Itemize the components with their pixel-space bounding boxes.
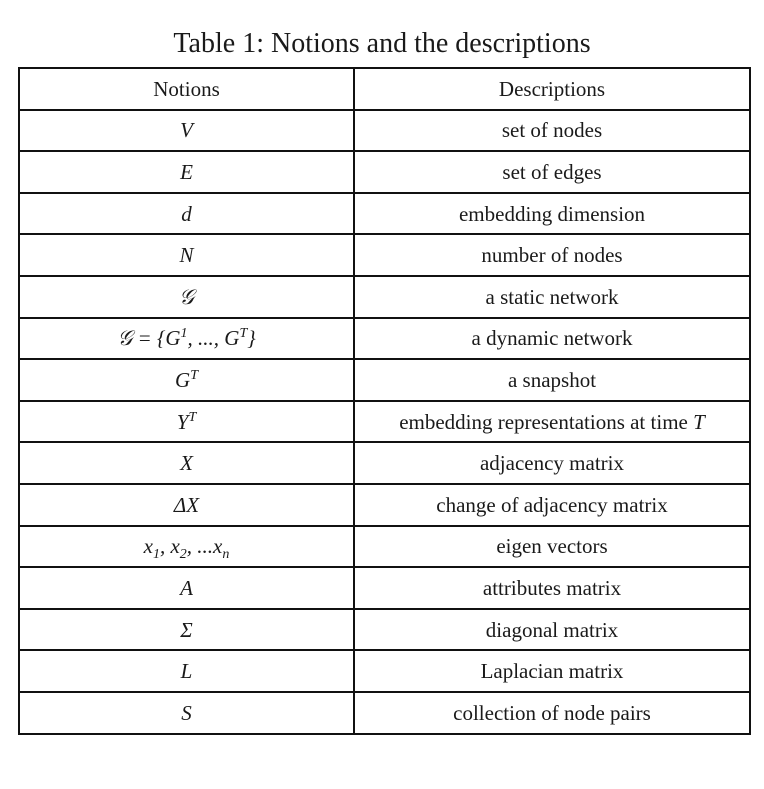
table-row: S collection of node pairs	[18, 690, 751, 735]
notion-cell: x1, x2, ...xn	[18, 524, 355, 569]
table-caption: Table 1: Notions and the descriptions	[173, 28, 591, 59]
table-row: A attributes matrix	[18, 566, 751, 610]
notion-cell: 𝒢 = {G1, ..., GT}	[18, 316, 355, 361]
notion-symbol: Σ	[180, 617, 193, 642]
table-row: GT a snapshot	[18, 358, 751, 402]
notion-cell: GT	[18, 358, 355, 402]
description-cell: a static network	[353, 274, 751, 319]
description-cell: embedding dimension	[353, 191, 751, 236]
description-cell: set of nodes	[353, 108, 751, 153]
notion-cell: A	[18, 566, 355, 610]
notion-cell: S	[18, 690, 355, 735]
description-cell: adjacency matrix	[353, 441, 751, 485]
table-row: E set of edges	[18, 150, 751, 194]
notion-cell: L	[18, 649, 355, 693]
table-row: N number of nodes	[18, 233, 751, 277]
table-row: 𝒢 = {G1, ..., GT} a dynamic network	[18, 316, 751, 361]
notion-cell: N	[18, 233, 355, 277]
notion-cell: Σ	[18, 607, 355, 652]
table-row: Σ diagonal matrix	[18, 607, 751, 652]
notion-symbol: L	[180, 659, 193, 684]
notion-symbol: YT	[176, 409, 197, 434]
table-row: X adjacency matrix	[18, 441, 751, 485]
description-cell: attributes matrix	[353, 566, 751, 610]
notion-cell: E	[18, 150, 355, 194]
description-cell: a snapshot	[353, 358, 751, 402]
notion-symbol: GT	[175, 367, 198, 392]
table-row: ΔX change of adjacency matrix	[18, 482, 751, 527]
description-cell: change of adjacency matrix	[353, 482, 751, 527]
notion-cell: 𝒢	[18, 274, 355, 319]
description-cell: embedding representations at time T	[353, 399, 751, 444]
notion-symbol: x1, x2, ...xn	[143, 534, 230, 563]
description-cell: collection of node pairs	[353, 690, 751, 735]
notion-symbol: ΔX	[173, 492, 200, 517]
description-cell: Laplacian matrix	[353, 649, 751, 693]
notion-symbol: 𝒢 = {G1, ..., GT}	[117, 326, 256, 351]
table-row: V set of nodes	[18, 108, 751, 153]
description-cell: a dynamic network	[353, 316, 751, 361]
description-cell: diagonal matrix	[353, 607, 751, 652]
notion-symbol: d	[181, 201, 192, 226]
notion-symbol: S	[181, 700, 192, 725]
notion-symbol: E	[180, 159, 193, 184]
notion-symbol: V	[180, 118, 193, 143]
notion-symbol: X	[180, 451, 193, 476]
notion-cell: YT	[18, 399, 355, 444]
header-row: Notions Descriptions	[18, 67, 751, 111]
description-cell: set of edges	[353, 150, 751, 194]
header-notions: Notions	[18, 67, 355, 111]
table-row: YT embedding representations at time T	[18, 399, 751, 444]
description-cell: eigen vectors	[353, 524, 751, 569]
table-row: x1, x2, ...xn eigen vectors	[18, 524, 751, 569]
table-row: d embedding dimension	[18, 191, 751, 236]
notions-table: Notions Descriptions V set of nodes E se…	[18, 67, 751, 735]
notion-symbol: 𝒢	[179, 284, 194, 309]
notion-cell: X	[18, 441, 355, 485]
notion-cell: ΔX	[18, 482, 355, 527]
notion-symbol: A	[180, 575, 193, 600]
notion-symbol: N	[179, 243, 194, 268]
description-cell: number of nodes	[353, 233, 751, 277]
notion-cell: d	[18, 191, 355, 236]
header-descriptions: Descriptions	[353, 67, 751, 111]
notion-cell: V	[18, 108, 355, 153]
table-row: 𝒢 a static network	[18, 274, 751, 319]
table-row: L Laplacian matrix	[18, 649, 751, 693]
